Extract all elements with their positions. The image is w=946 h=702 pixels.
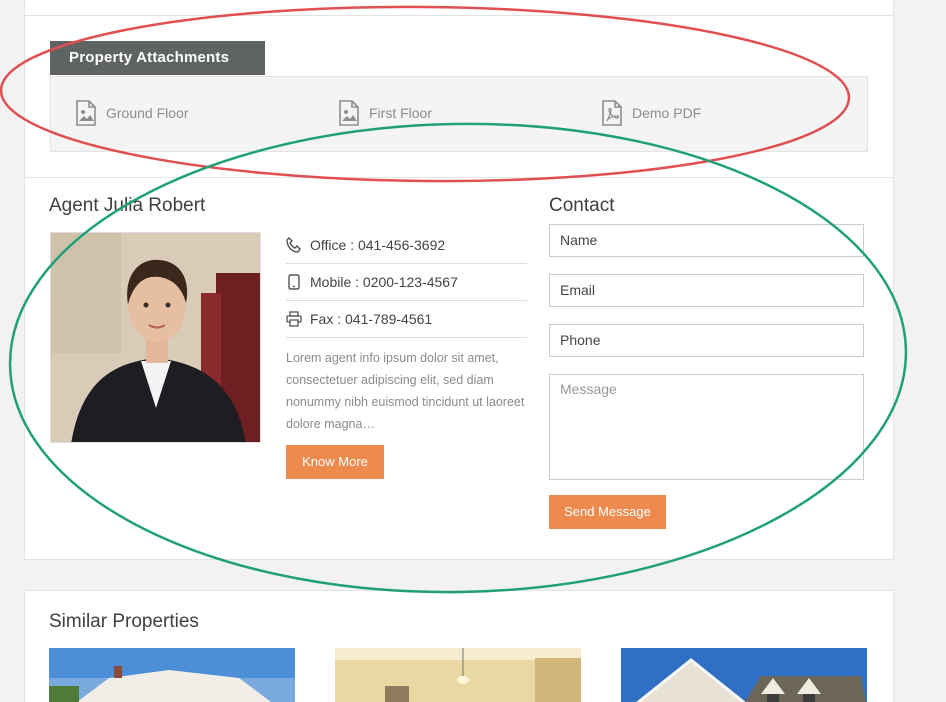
agent-description: Lorem agent info ipsum dolor sit amet, c… (286, 351, 525, 431)
attachments-tab: Property Attachments (50, 41, 265, 75)
agent-photo (50, 232, 261, 443)
phone-field[interactable]: Phone (549, 324, 864, 357)
similar-property-thumb-1[interactable] (49, 648, 295, 702)
contact-title: Contact (549, 195, 615, 216)
attachment-ground-floor[interactable]: Ground Floor (75, 100, 188, 126)
agent-title: Agent Julia Robert (49, 195, 206, 216)
phone-icon (286, 237, 301, 253)
agent-fax-line: Fax : 041-789-4561 (286, 301, 527, 338)
similar-property-thumb-2[interactable] (335, 648, 581, 702)
attachment-first-floor[interactable]: First Floor (338, 100, 432, 126)
send-message-button[interactable]: Send Message (549, 495, 666, 529)
name-field[interactable]: Name (549, 224, 864, 257)
image-file-icon (76, 100, 96, 126)
printer-icon (286, 311, 302, 327)
similar-property-thumb-3[interactable] (621, 648, 867, 702)
pdf-file-icon (602, 100, 622, 126)
attachment-label: Demo PDF (632, 105, 702, 121)
agent-panel: Property Attachments Ground Floor First … (24, 15, 894, 560)
agent-office: Office : 041-456-3692 (310, 237, 446, 253)
section-divider (25, 177, 893, 178)
attachment-label: First Floor (369, 105, 432, 121)
agent-fax: Fax : 041-789-4561 (310, 311, 433, 327)
image-file-icon (339, 100, 359, 126)
agent-office-line: Office : 041-456-3692 (286, 227, 527, 264)
similar-properties-panel: Similar Properties (24, 590, 894, 702)
attachment-label: Ground Floor (106, 105, 189, 121)
agent-mobile: Mobile : 0200-123-4567 (310, 274, 458, 290)
previous-panel-edge (24, 0, 894, 16)
attachment-demo-pdf[interactable]: Demo PDF (601, 100, 701, 126)
agent-mobile-line: Mobile : 0200-123-4567 (286, 264, 527, 301)
message-field[interactable]: Message (549, 374, 864, 480)
email-field[interactable]: Email (549, 274, 864, 307)
know-more-button[interactable]: Know More (286, 445, 384, 479)
similar-properties-title: Similar Properties (49, 611, 199, 632)
mobile-icon (288, 274, 300, 290)
